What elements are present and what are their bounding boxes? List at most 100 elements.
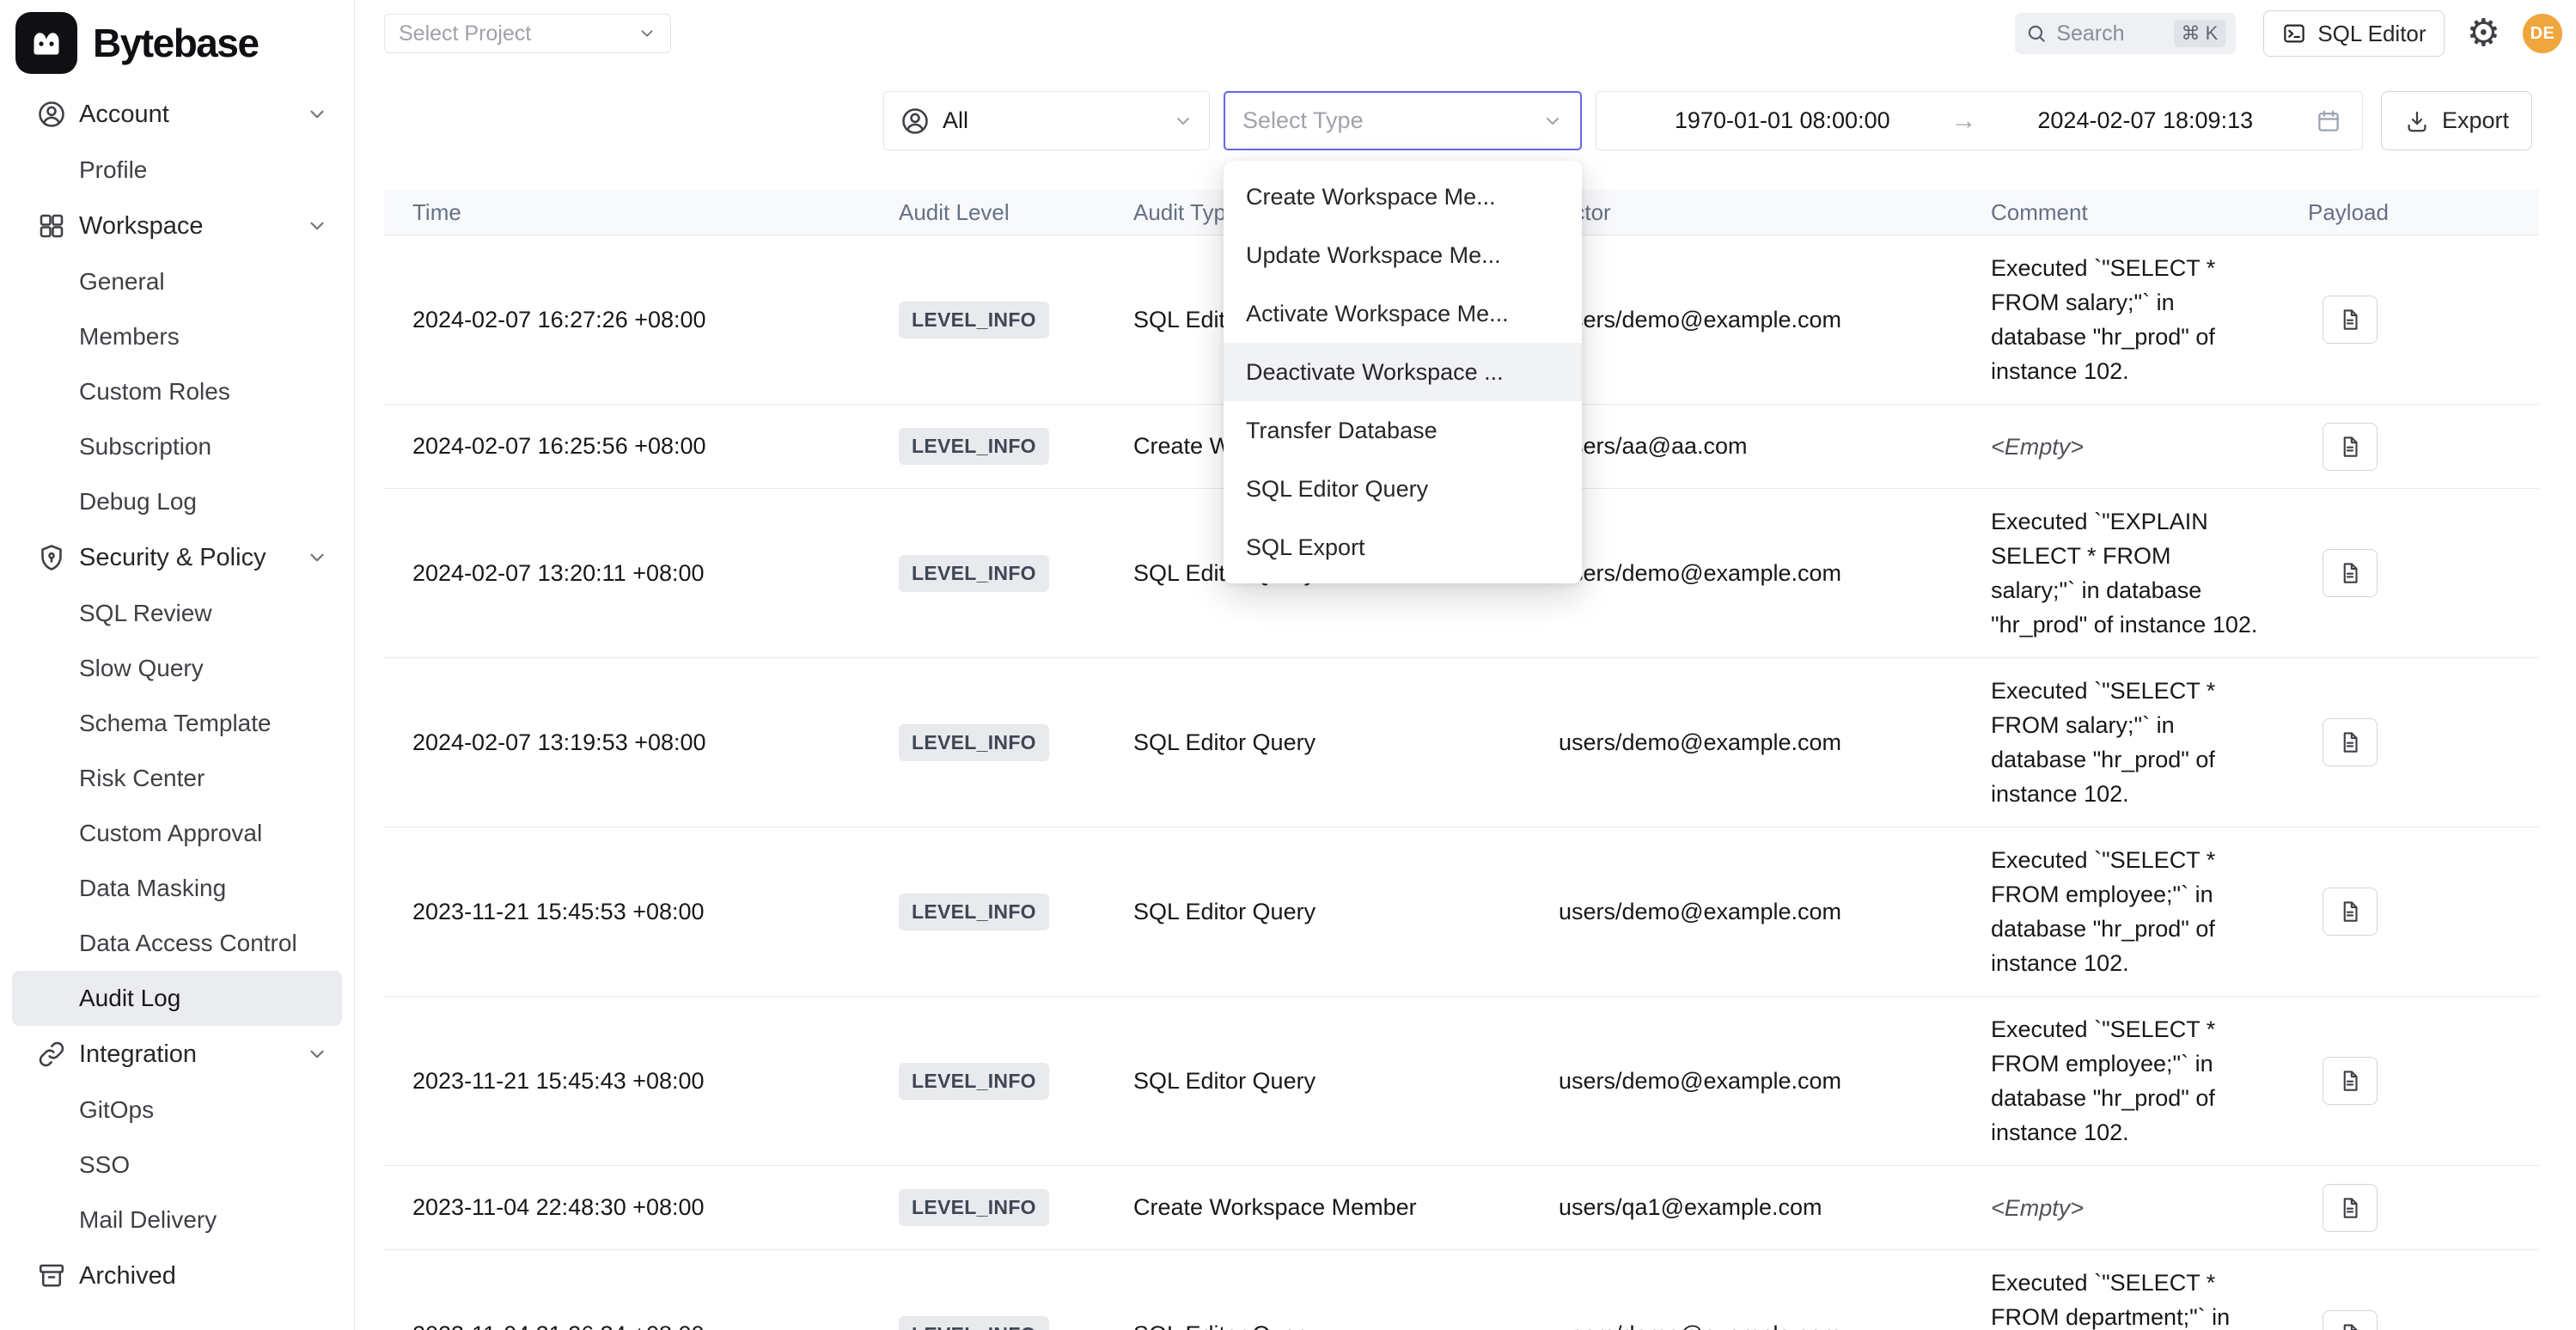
sidebar-item[interactable]: GitOps [12, 1083, 342, 1138]
section-label-workspace: Workspace [79, 212, 306, 241]
cell-time: 2024-02-07 13:19:53 +08:00 [412, 729, 899, 756]
sql-editor-label: SQL Editor [2317, 21, 2426, 47]
sidebar-item[interactable]: Subscription [12, 419, 342, 474]
sidebar-item[interactable]: Debug Log [12, 474, 342, 529]
brand-home-link[interactable]: Bytebase [0, 0, 354, 86]
dropdown-item-label: Transfer Database [1246, 418, 1438, 444]
payload-button[interactable] [2323, 1184, 2378, 1232]
payload-button[interactable] [2323, 549, 2378, 597]
dropdown-item[interactable]: SQL Export [1224, 518, 1582, 577]
cell-comment: Executed `"EXPLAIN SELECT * FROM salary;… [1991, 489, 2308, 657]
cell-audit-level: LEVEL_INFO [899, 555, 1133, 592]
cell-audit-type: SQL Editor Query [1133, 729, 1559, 756]
sidebar-item[interactable]: Profile [12, 143, 342, 198]
payload-button[interactable] [2323, 718, 2378, 766]
sidebar-section-account[interactable]: Account [12, 86, 342, 143]
chevron-down-icon [1173, 111, 1193, 131]
cell-comment: Executed `"SELECT * FROM employee;"` in … [1991, 997, 2308, 1165]
date-range-picker[interactable]: 1970-01-01 08:00:00 → 2024-02-07 18:09:1… [1596, 91, 2363, 150]
dropdown-item[interactable]: SQL Editor Query [1224, 460, 1582, 518]
dropdown-item[interactable]: Update Workspace Me... [1224, 226, 1582, 284]
cell-actor: users/demo@example.com [1559, 1068, 1991, 1095]
section-label-integration: Integration [79, 1040, 306, 1069]
brand-name: Bytebase [93, 20, 259, 66]
sidebar-section-security-policy[interactable]: Security & Policy [12, 529, 342, 586]
sidebar-item[interactable]: Data Access Control [12, 916, 342, 971]
cell-actor: users/demo@example.com [1559, 560, 1991, 587]
cell-time: 2023-11-21 15:45:43 +08:00 [412, 1068, 899, 1095]
table-row: 2023-11-04 21:26:34 +08:00 LEVEL_INFO SQ… [384, 1250, 2539, 1330]
sidebar-item[interactable]: Audit Log [12, 971, 342, 1026]
date-from-value: 1970-01-01 08:00:00 [1617, 107, 1948, 134]
sidebar-item[interactable]: Custom Roles [12, 364, 342, 419]
payload-button[interactable] [2323, 296, 2378, 344]
sidebar-item[interactable]: Members [12, 309, 342, 364]
dropdown-item[interactable]: Create Workspace Me... [1224, 168, 1582, 226]
person-circle-icon [900, 106, 931, 137]
sidebar-item-label: Mail Delivery [79, 1206, 217, 1234]
level-badge: LEVEL_INFO [899, 302, 1049, 339]
sidebar-item[interactable]: Mail Delivery [12, 1193, 342, 1248]
shield-icon [36, 542, 67, 573]
dropdown-item[interactable]: Transfer Database [1224, 401, 1582, 460]
cell-audit-level: LEVEL_INFO [899, 894, 1133, 930]
avatar[interactable]: DE [2523, 14, 2562, 53]
cell-actor: users/demo@example.com [1559, 1321, 1991, 1330]
cell-comment: <Empty> [1991, 414, 2308, 479]
sidebar-item[interactable]: Slow Query [12, 641, 342, 696]
actor-filter-select[interactable]: All [883, 91, 1210, 150]
cell-time: 2023-11-04 22:48:30 +08:00 [412, 1194, 899, 1221]
sidebar-item[interactable]: General [12, 254, 342, 309]
sidebar-section-workspace[interactable]: Workspace [12, 198, 342, 254]
payload-button[interactable] [2323, 423, 2378, 471]
sidebar-item-label: Custom Approval [79, 820, 262, 847]
cell-actor: users/demo@example.com [1559, 307, 1991, 333]
cell-audit-level: LEVEL_INFO [899, 1063, 1133, 1100]
document-icon [2337, 307, 2363, 332]
sidebar-section-archived[interactable]: Archived [12, 1248, 342, 1304]
search-input[interactable]: Search ⌘ K [2015, 13, 2236, 54]
sidebar-item[interactable]: Custom Approval [12, 806, 342, 861]
payload-button[interactable] [2323, 1310, 2378, 1330]
chevron-down-icon [306, 215, 328, 237]
sidebar-item-label: GitOps [79, 1096, 154, 1124]
archive-icon [36, 1260, 67, 1291]
cell-time: 2024-02-07 13:20:11 +08:00 [412, 560, 899, 587]
sidebar-item[interactable]: SQL Review [12, 586, 342, 641]
level-badge: LEVEL_INFO [899, 1316, 1049, 1330]
chevron-down-icon [306, 103, 328, 125]
sidebar-item[interactable]: Data Masking [12, 861, 342, 916]
dropdown-item-label: Create Workspace Me... [1246, 184, 1496, 210]
sidebar-section-integration[interactable]: Integration [12, 1026, 342, 1083]
link-icon [36, 1039, 67, 1070]
sql-editor-button[interactable]: SQL Editor [2263, 10, 2444, 57]
sidebar-item[interactable]: Schema Template [12, 696, 342, 751]
sidebar-item[interactable]: SSO [12, 1138, 342, 1193]
sidebar-item-label: Debug Log [79, 488, 197, 516]
payload-button[interactable] [2323, 888, 2378, 936]
sidebar-item-label: Profile [79, 156, 147, 184]
date-to-value: 2024-02-07 18:09:13 [1981, 107, 2311, 134]
type-filter-select[interactable]: Select Type Create Workspace Me... Updat… [1224, 91, 1582, 150]
sidebar-item[interactable]: Risk Center [12, 751, 342, 806]
payload-button[interactable] [2323, 1057, 2378, 1105]
export-button[interactable]: Export [2381, 91, 2532, 150]
table-row: 2024-02-07 13:19:53 +08:00 LEVEL_INFO SQ… [384, 658, 2539, 827]
cell-actor: users/aa@aa.com [1559, 433, 1991, 460]
level-badge: LEVEL_INFO [899, 1063, 1049, 1100]
cell-time: 2023-11-21 15:45:53 +08:00 [412, 899, 899, 925]
project-select[interactable]: Select Project [384, 14, 671, 53]
cell-payload [2308, 423, 2539, 471]
column-header-audit-level: Audit Level [899, 199, 1133, 226]
calendar-icon [2316, 108, 2341, 134]
document-icon [2337, 1321, 2363, 1330]
sidebar-item-label: Audit Log [79, 985, 180, 1012]
dropdown-item[interactable]: Activate Workspace Me... [1224, 284, 1582, 343]
cell-audit-level: LEVEL_INFO [899, 302, 1133, 339]
document-icon [2337, 1195, 2363, 1221]
cell-time: 2024-02-07 16:27:26 +08:00 [412, 307, 899, 333]
sidebar-item-label: General [79, 268, 165, 296]
dropdown-item[interactable]: Deactivate Workspace ... [1224, 343, 1582, 401]
cell-comment: Executed `"SELECT * FROM salary;"` in da… [1991, 235, 2308, 404]
gear-icon[interactable]: ⚙ [2467, 15, 2500, 52]
